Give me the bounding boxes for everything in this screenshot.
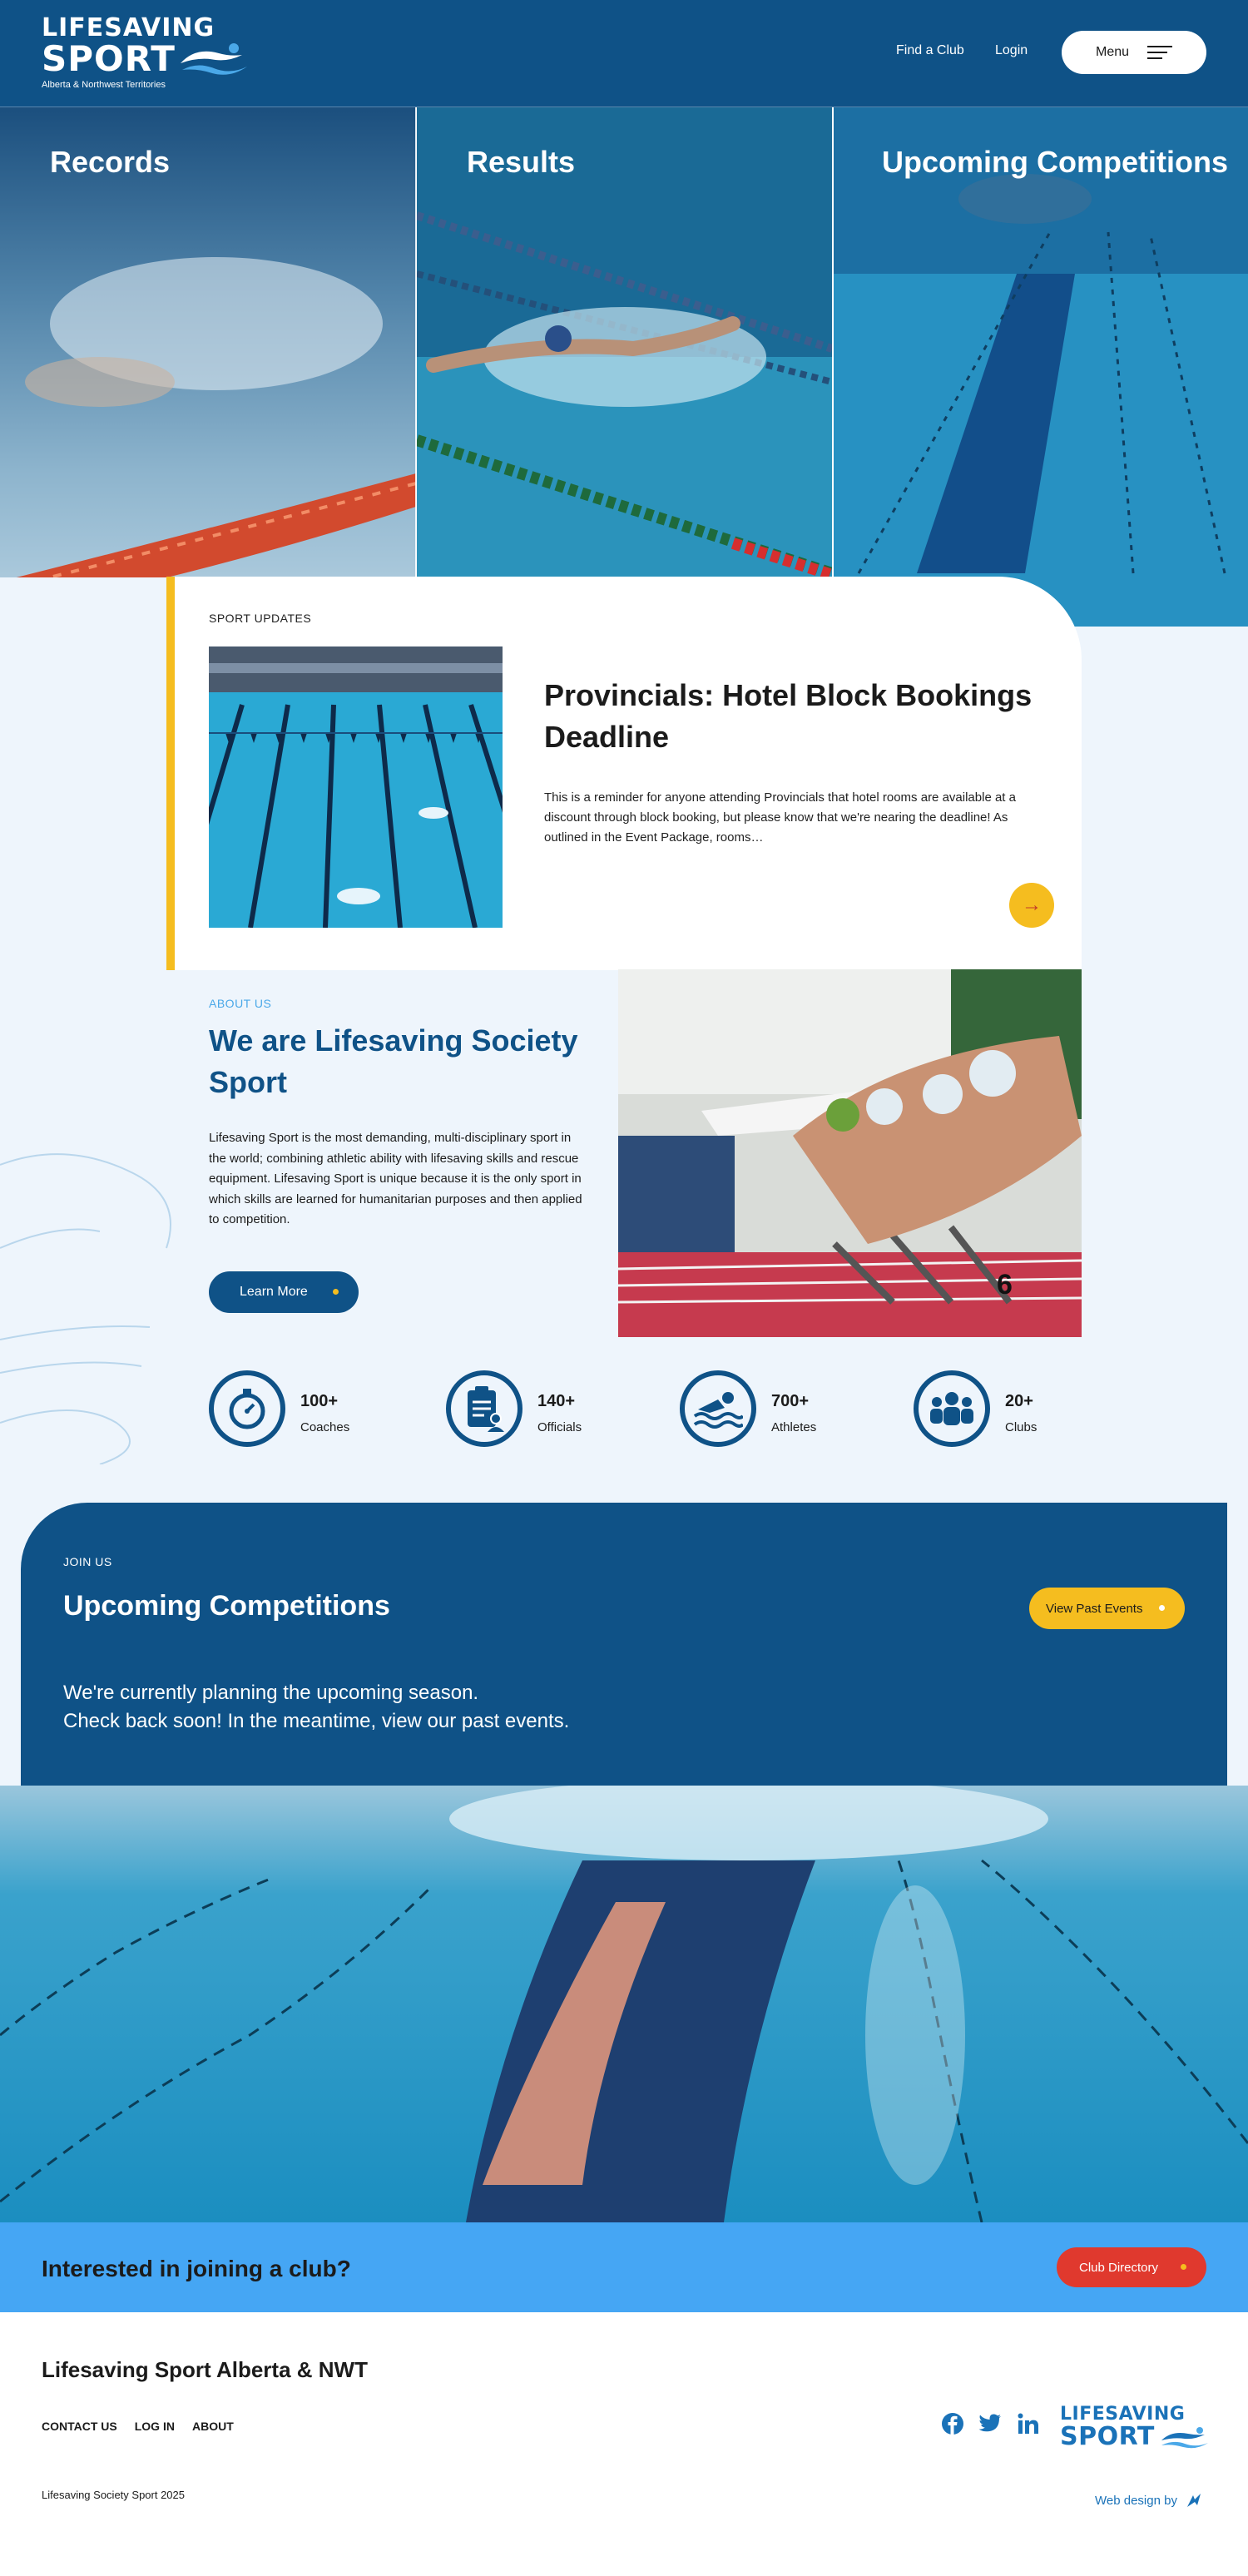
arrow-right-icon: → — [1022, 894, 1042, 916]
web-design-label: Web design by — [1095, 2493, 1177, 2508]
competitions-pool-image — [834, 107, 1248, 627]
join-title: Upcoming Competitions — [63, 1590, 390, 1622]
svg-text:6: 6 — [997, 1269, 1013, 1300]
footer-title: Lifesaving Sport Alberta & NWT — [42, 2357, 368, 2382]
records-panel[interactable]: Records — [0, 107, 416, 627]
decorative-wave-lines — [0, 1153, 171, 1464]
about-eyebrow: ABOUT US — [209, 997, 272, 1010]
menu-label: Menu — [1095, 45, 1130, 59]
results-pool-image — [417, 107, 832, 627]
web-design-credit[interactable]: Web design by — [1095, 2492, 1202, 2509]
stat-label: Athletes — [771, 1420, 817, 1434]
site-header: LIFESAVING SPORT Alberta & Northwest Ter… — [0, 0, 1248, 107]
designer-logo-icon — [1186, 2494, 1201, 2507]
read-more-button[interactable]: → — [1009, 883, 1054, 928]
stat-officials: 140+ Officials — [446, 1370, 612, 1447]
stat-label: Officials — [537, 1420, 582, 1434]
join-club-bar: Interested in joining a club? Club Direc… — [0, 2222, 1248, 2312]
stat-label: Coaches — [300, 1420, 350, 1434]
stat-value: 700+ — [771, 1392, 810, 1410]
button-dot-icon — [1181, 2264, 1186, 2270]
contact-us-link[interactable]: CONTACT US — [42, 2420, 117, 2433]
site-footer: Lifesaving Sport Alberta & NWT CONTACT U… — [0, 2312, 1248, 2576]
linkedin-icon[interactable] — [1015, 2410, 1042, 2437]
club-directory-label: Club Directory — [1079, 2260, 1159, 2275]
about-start-blocks-photo: 6 — [618, 969, 1082, 1337]
about-title: We are Lifesaving Society Sport — [209, 1023, 578, 1099]
stat-label: Clubs — [1005, 1420, 1038, 1434]
footer-logo[interactable]: LIFESAVING SPORT — [1060, 2404, 1208, 2455]
stat-clubs: 20+ Clubs — [914, 1370, 1080, 1447]
news-card: SPORT UPDATES Provincials: Hotel Block B… — [166, 577, 1082, 970]
join-eyebrow: JOIN US — [63, 1555, 112, 1568]
button-dot-icon — [1159, 1605, 1165, 1611]
results-panel[interactable]: Results — [417, 107, 832, 627]
footer-logo-line-1: LIFESAVING — [1060, 2404, 1186, 2425]
swimmer-wave-icon — [181, 43, 247, 75]
stopwatch-icon — [209, 1370, 285, 1447]
twitter-icon[interactable] — [977, 2410, 1003, 2437]
stat-value: 100+ — [300, 1392, 339, 1410]
stat-athletes: 700+ Athletes — [680, 1370, 846, 1447]
about-link[interactable]: ABOUT — [192, 2420, 234, 2433]
menu-button[interactable]: Menu — [1062, 31, 1206, 74]
news-title[interactable]: Provincials: Hotel Block Bookings Deadli… — [544, 675, 1043, 758]
upcoming-competitions-section: JOIN US Upcoming Competitions View Past … — [21, 1503, 1227, 1786]
records-pool-image — [0, 107, 416, 627]
club-bar-text: Interested in joining a club? — [42, 2256, 351, 2281]
group-icon — [914, 1370, 990, 1447]
logo-tagline: Alberta & Northwest Territories — [42, 80, 166, 90]
join-message: We're currently planning the upcoming se… — [63, 1679, 569, 1736]
swimmer-wave-icon — [1161, 2427, 1208, 2449]
join-line-2: Check back soon! In the meantime, view o… — [63, 1710, 570, 1732]
about-body: Lifesaving Sport is the most demanding, … — [209, 1131, 582, 1226]
stat-coaches: 100+ Coaches — [209, 1370, 375, 1447]
footer-nav: CONTACT US LOG IN ABOUT — [42, 2420, 234, 2433]
hamburger-icon — [1147, 42, 1173, 63]
news-eyebrow: SPORT UPDATES — [209, 612, 312, 625]
join-line-1: We're currently planning the upcoming se… — [63, 1682, 479, 1704]
past-events-label: View Past Events — [1046, 1601, 1143, 1616]
hero-panels: Records Results Upcoming Competitions — [0, 107, 1248, 627]
learn-more-button[interactable]: Learn More — [209, 1271, 359, 1313]
competitions-panel[interactable]: Upcoming Competitions — [834, 107, 1248, 627]
facebook-icon[interactable] — [939, 2410, 966, 2437]
news-excerpt: This is a reminder for anyone attending … — [544, 790, 1016, 845]
stat-value: 20+ — [1005, 1392, 1033, 1410]
copyright-text: Lifesaving Society Sport 2025 — [42, 2489, 185, 2501]
clipboard-person-icon — [446, 1370, 522, 1447]
results-title: Results — [467, 145, 576, 179]
button-dot-icon — [333, 1289, 339, 1295]
login-link[interactable]: Login — [995, 43, 1028, 58]
panel-divider — [415, 107, 417, 577]
learn-more-label: Learn More — [240, 1285, 308, 1299]
competitions-title: Upcoming Competitions — [882, 145, 1228, 179]
find-club-link[interactable]: Find a Club — [896, 43, 964, 58]
records-title: Records — [50, 145, 171, 179]
view-past-events-button[interactable]: View Past Events — [1029, 1588, 1185, 1629]
panel-divider — [832, 107, 834, 577]
log-in-link[interactable]: LOG IN — [135, 2420, 175, 2433]
site-logo[interactable]: LIFESAVING SPORT Alberta & Northwest Ter… — [42, 15, 258, 94]
pool-swimmer-banner — [0, 1786, 1248, 2222]
news-pool-photo — [209, 646, 503, 928]
stat-value: 140+ — [537, 1392, 576, 1410]
swimmer-icon — [680, 1370, 756, 1447]
club-directory-button[interactable]: Club Directory — [1057, 2247, 1206, 2287]
